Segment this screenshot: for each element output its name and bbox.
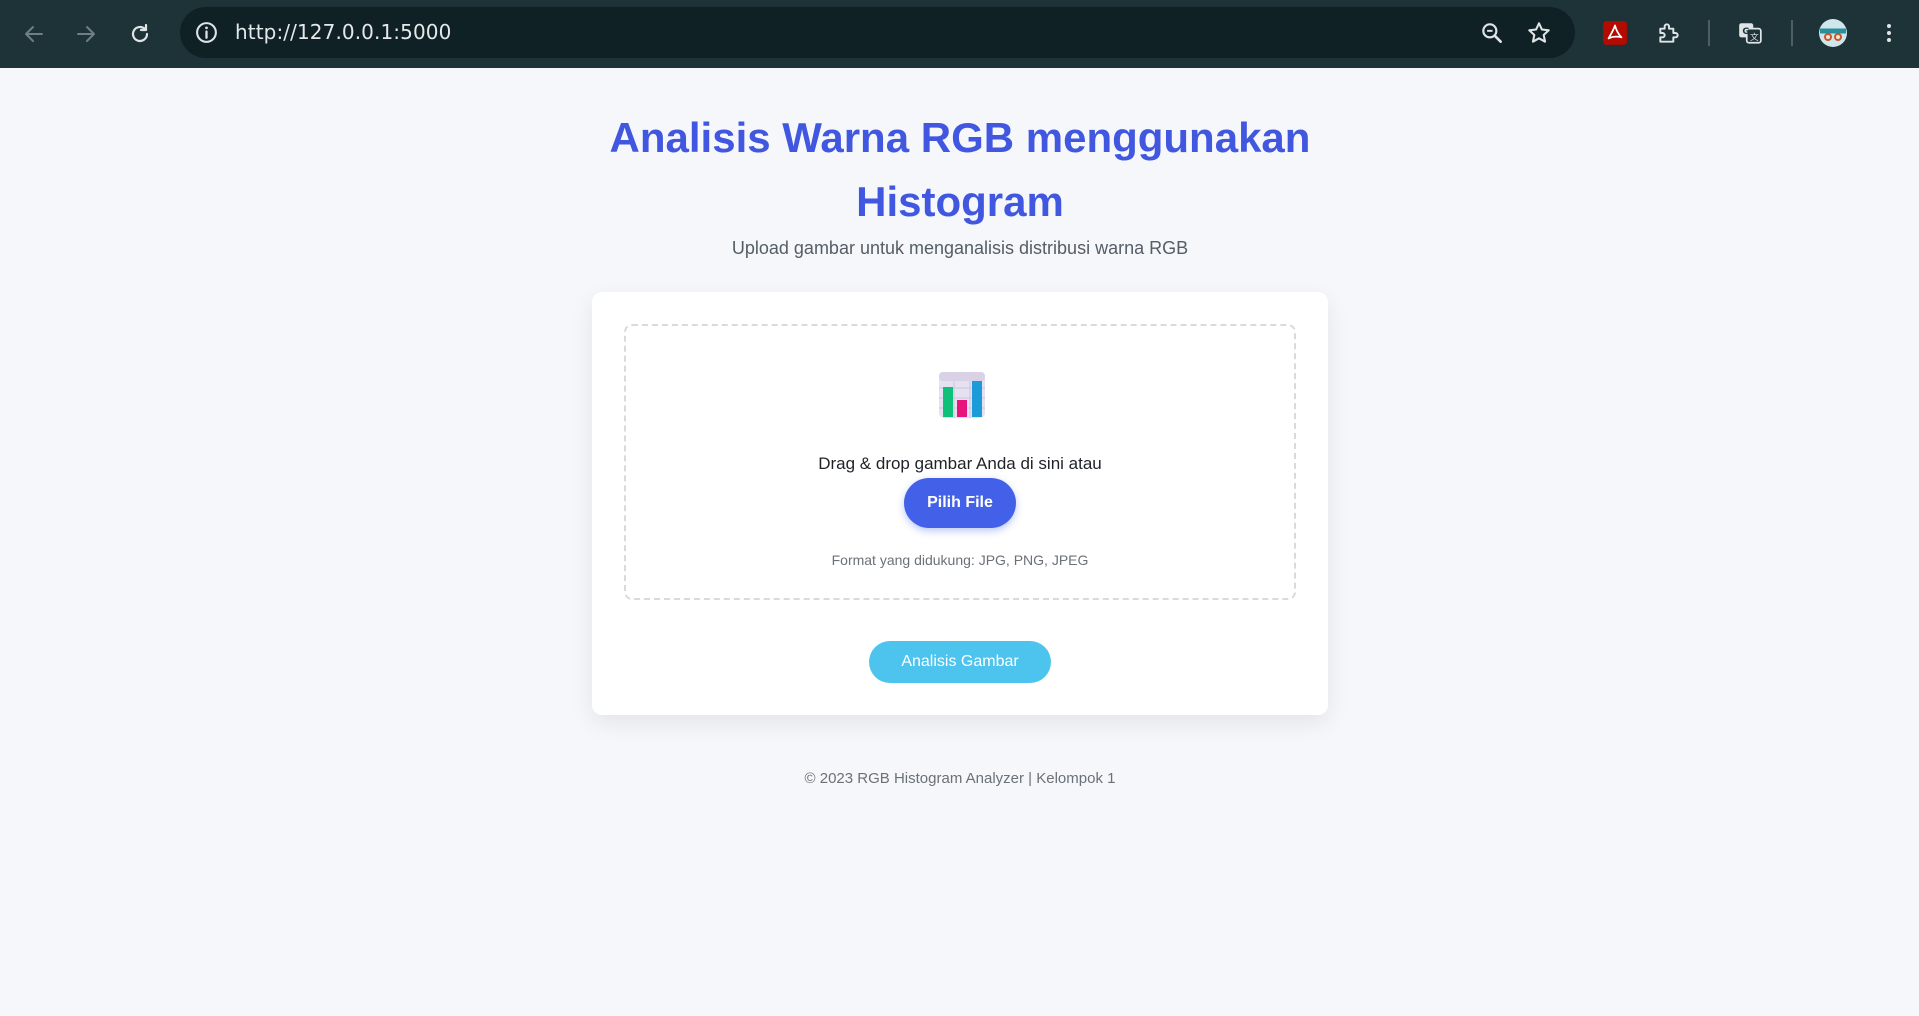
reload-icon bbox=[131, 23, 149, 43]
browser-toolbar: http://127.0.0.1:5000 G文 bbox=[0, 0, 1919, 68]
translate-icon[interactable]: G文 bbox=[1735, 18, 1765, 48]
reload-button[interactable] bbox=[120, 14, 160, 54]
analyze-button[interactable]: Analisis Gambar bbox=[869, 641, 1051, 683]
back-button[interactable] bbox=[14, 14, 54, 54]
svg-text:G: G bbox=[1742, 27, 1749, 37]
address-bar[interactable]: http://127.0.0.1:5000 bbox=[180, 7, 1575, 58]
toolbar-divider bbox=[1708, 20, 1710, 46]
back-arrow-icon bbox=[25, 26, 43, 42]
footer-text: © 2023 RGB Histogram Analyzer | Kelompok… bbox=[804, 770, 1116, 787]
choose-file-button[interactable]: Pilih File bbox=[904, 478, 1016, 528]
svg-text:文: 文 bbox=[1750, 31, 1759, 43]
zoom-icon[interactable] bbox=[1479, 20, 1505, 46]
upload-card: Drag & drop gambar Anda di sini atau Pil… bbox=[592, 292, 1328, 715]
bookmark-star-icon[interactable] bbox=[1526, 20, 1552, 46]
browser-menu-icon[interactable] bbox=[1874, 18, 1904, 48]
drop-instruction: Drag & drop gambar Anda di sini atau bbox=[818, 454, 1102, 473]
forward-arrow-icon bbox=[77, 26, 95, 42]
bar-chart-icon bbox=[939, 372, 985, 418]
site-info-icon[interactable] bbox=[194, 20, 219, 45]
drop-zone[interactable]: Drag & drop gambar Anda di sini atau Pil… bbox=[624, 324, 1296, 600]
toolbar-divider bbox=[1791, 20, 1793, 46]
supported-formats: Format yang didukung: JPG, PNG, JPEG bbox=[831, 552, 1089, 568]
url-text[interactable]: http://127.0.0.1:5000 bbox=[235, 7, 451, 58]
profile-avatar-icon[interactable] bbox=[1818, 18, 1848, 48]
page-content: Analisis Warna RGB menggunakan Histogram… bbox=[0, 68, 1919, 1016]
forward-button[interactable] bbox=[66, 14, 106, 54]
pdf-extension-icon[interactable] bbox=[1600, 18, 1630, 48]
extensions-puzzle-icon[interactable] bbox=[1654, 18, 1684, 48]
page-subtitle: Upload gambar untuk menganalisis distrib… bbox=[731, 238, 1189, 258]
page-title: Analisis Warna RGB menggunakan Histogram bbox=[609, 114, 1311, 225]
